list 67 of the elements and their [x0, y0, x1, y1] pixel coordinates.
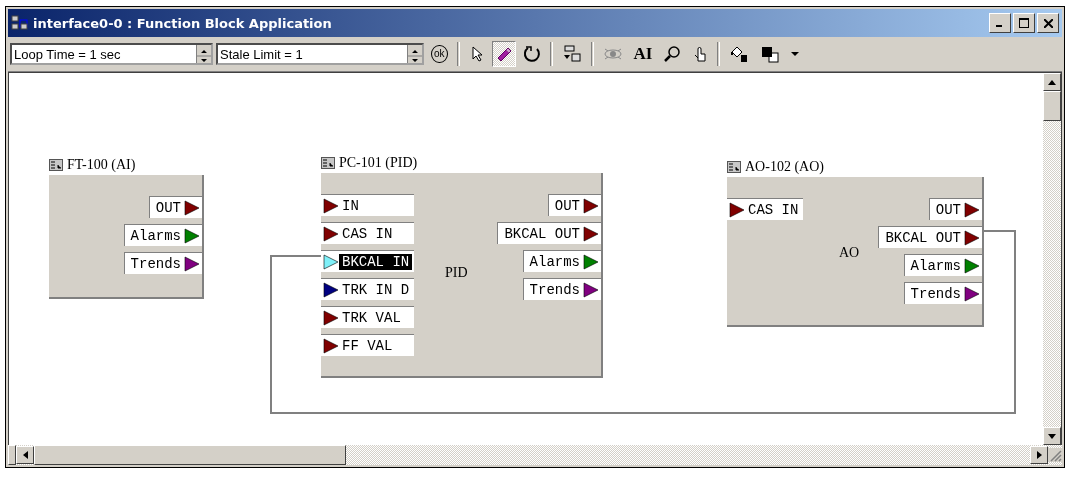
output-port[interactable]: Trends	[123, 252, 202, 274]
close-icon	[1043, 18, 1053, 28]
up-arrow-icon	[1048, 79, 1056, 85]
input-port[interactable]: FF VAL	[321, 334, 415, 356]
output-port[interactable]: Alarms	[522, 250, 601, 272]
spin-buttons[interactable]	[196, 45, 211, 63]
resize-grip-icon[interactable]	[1048, 448, 1062, 462]
scroll-thumb[interactable]	[34, 445, 346, 465]
output-port[interactable]: Alarms	[903, 254, 982, 276]
maximize-icon	[1019, 18, 1029, 28]
vertical-scrollbar[interactable]	[1043, 73, 1061, 445]
eye-icon	[602, 47, 623, 61]
scroll-thumb[interactable]	[8, 445, 16, 465]
output-port[interactable]: OUT	[148, 196, 202, 218]
output-port[interactable]: Trends	[903, 282, 982, 304]
block-title: FT-100 (AI)	[67, 157, 136, 173]
input-port[interactable]: CAS IN	[727, 198, 804, 220]
window-title: interface0-0 : Function Block Application	[33, 15, 332, 31]
output-port[interactable]: OUT	[928, 198, 982, 220]
blocks-icon	[561, 45, 582, 63]
search-icon	[663, 45, 682, 63]
input-port[interactable]: TRK VAL	[321, 306, 415, 328]
output-port[interactable]: Trends	[522, 278, 601, 300]
block-icon	[49, 159, 63, 171]
function-block[interactable]: CAS IN OUT BKCAL OUT Alarms Trends AO	[727, 177, 984, 327]
output-port[interactable]: BKCAL OUT	[497, 222, 601, 244]
spin-field[interactable]: Loop Time = 1 sec	[10, 43, 213, 65]
pencil-icon	[495, 46, 512, 62]
toolbar-button[interactable]	[491, 41, 516, 67]
hand-icon	[692, 45, 709, 63]
scroll-thumb[interactable]	[1043, 91, 1061, 121]
down-arrow-icon	[1048, 433, 1056, 439]
block-icon	[727, 161, 741, 173]
scroll-up-button[interactable]	[1043, 73, 1061, 91]
block-type-label: AO	[839, 245, 860, 261]
text-tool-button[interactable]: AI	[629, 41, 657, 67]
input-port[interactable]: IN	[321, 194, 415, 216]
minimize-button[interactable]	[989, 13, 1011, 33]
right-arrow-icon	[1036, 451, 1042, 459]
spin-field[interactable]: Stale Limit = 1	[216, 43, 424, 65]
left-arrow-icon	[22, 451, 28, 459]
block-title: PC-101 (PID)	[339, 155, 418, 171]
function-block[interactable]: OUT Alarms Trends	[49, 175, 204, 299]
input-port[interactable]: BKCAL IN	[321, 250, 415, 272]
scroll-right-button[interactable]	[1030, 446, 1048, 464]
ok-button[interactable]: ok	[427, 41, 452, 67]
scroll-down-button[interactable]	[1043, 427, 1061, 445]
caret-icon	[791, 51, 800, 57]
block-type-label: PID	[445, 265, 468, 281]
input-port[interactable]: CAS IN	[321, 222, 415, 244]
color-squares-icon	[760, 45, 781, 63]
maximize-button[interactable]	[1013, 13, 1035, 33]
scroll-left-button[interactable]	[16, 446, 34, 464]
output-port[interactable]: BKCAL OUT	[878, 226, 982, 248]
block-title: AO-102 (AO)	[745, 159, 824, 175]
function-block[interactable]: IN CAS IN BKCAL IN TRK IN D TRK VAL FF VAL OUT BKCAL OUT Alarms Trends PID	[321, 173, 603, 378]
input-port[interactable]: TRK IN D	[321, 278, 415, 300]
output-port[interactable]: Alarms	[123, 224, 202, 246]
spin-buttons[interactable]	[407, 45, 422, 63]
pointer-icon	[469, 46, 484, 62]
output-port[interactable]: OUT	[547, 194, 601, 216]
close-button[interactable]	[1037, 13, 1059, 33]
paint-bucket-icon	[729, 45, 750, 63]
block-icon	[321, 157, 335, 169]
app-icon	[11, 15, 29, 31]
loop-icon	[522, 45, 541, 63]
horizontal-scrollbar[interactable]	[8, 445, 1062, 465]
